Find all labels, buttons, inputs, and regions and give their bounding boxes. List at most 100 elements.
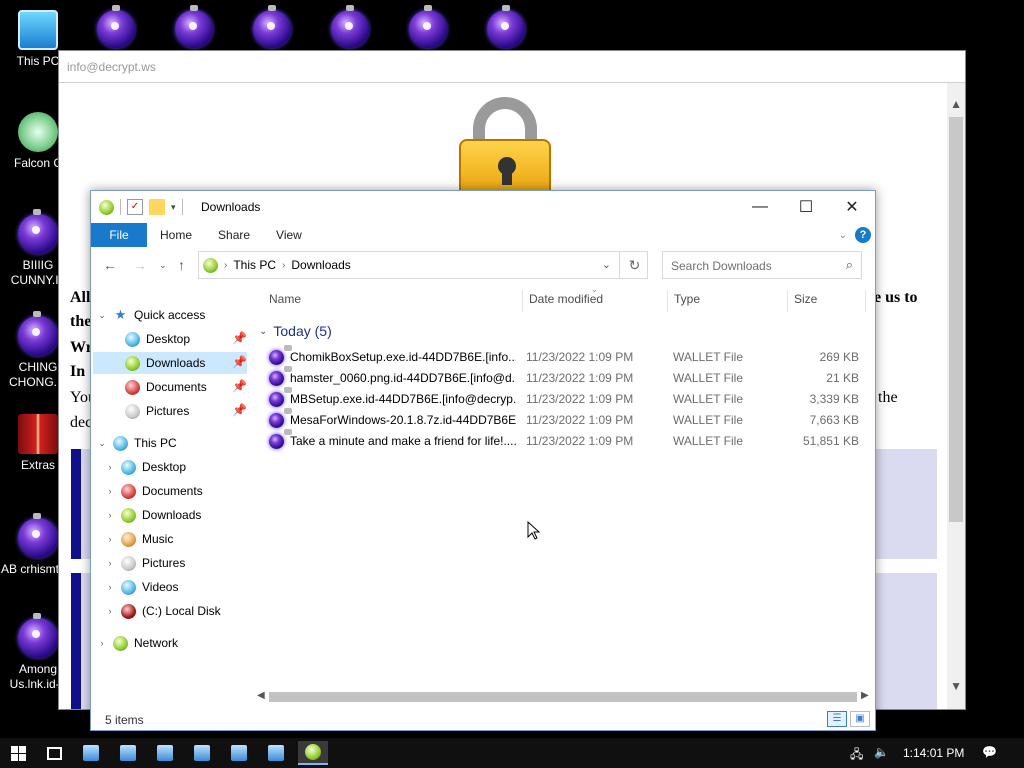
expand-icon[interactable]: › xyxy=(105,582,115,592)
column-header-type[interactable]: Type xyxy=(674,292,700,312)
column-header-name[interactable]: Name xyxy=(269,292,301,312)
nav-pc-downloads[interactable]: › Downloads xyxy=(105,504,201,526)
nav-pc-local-disk[interactable]: › (C:) Local Disk xyxy=(105,600,221,622)
expand-icon[interactable]: › xyxy=(105,606,115,616)
tab-home[interactable]: Home xyxy=(147,223,205,247)
recent-locations-icon[interactable]: ⌄ xyxy=(159,260,167,271)
scroll-right-icon[interactable]: ▶ xyxy=(861,690,869,701)
file-row[interactable]: hamster_0060.png.id-44DD7B6E.[info@d... … xyxy=(267,366,863,391)
collapse-group-icon[interactable]: ⌄ xyxy=(259,326,267,337)
title-bar[interactable]: ✓ ▾ Downloads — ☐ ✕ xyxy=(91,191,875,223)
expand-icon[interactable]: › xyxy=(105,462,115,472)
notification-icon[interactable]: 💬 xyxy=(982,745,997,759)
qat-dropdown-icon[interactable]: ▾ xyxy=(171,202,176,213)
file-row[interactable]: MesaForWindows-20.1.8.7z.id-44DD7B6E....… xyxy=(267,408,863,433)
taskbar-app[interactable] xyxy=(187,741,217,765)
chevron-right-icon[interactable]: › xyxy=(224,260,227,271)
nav-quick-downloads[interactable]: Downloads xyxy=(93,352,247,374)
volume-icon[interactable]: 🔈 xyxy=(874,745,889,759)
taskbar-app[interactable] xyxy=(224,741,254,765)
file-type: WALLET File xyxy=(673,371,744,385)
scroll-thumb[interactable] xyxy=(949,117,963,522)
expand-icon[interactable]: › xyxy=(105,534,115,544)
star-icon: ★ xyxy=(114,307,127,322)
scroll-left-icon[interactable]: ◀ xyxy=(257,690,265,701)
new-folder-icon[interactable] xyxy=(149,199,165,215)
minimize-button[interactable]: — xyxy=(737,191,783,223)
chevron-right-icon[interactable]: › xyxy=(282,260,285,271)
forward-icon[interactable]: → xyxy=(133,257,147,273)
nav-pc-documents[interactable]: › Documents xyxy=(105,480,203,502)
search-icon[interactable]: ⌕ xyxy=(846,257,853,273)
horizontal-scrollbar[interactable]: ◀ ▶ xyxy=(253,689,873,705)
help-icon[interactable]: ? xyxy=(855,227,871,243)
nav-this-pc[interactable]: ⌄ This PC xyxy=(97,432,177,454)
nav-pc-pictures[interactable]: › Pictures xyxy=(105,552,185,574)
nav-pc-desktop[interactable]: › Desktop xyxy=(105,456,186,478)
desktop-orb-icon[interactable] xyxy=(175,5,213,48)
back-icon[interactable]: ← xyxy=(103,257,117,273)
expand-icon[interactable]: › xyxy=(105,510,115,520)
group-header-today[interactable]: ⌄ Today (5) xyxy=(259,323,332,339)
maximize-button[interactable]: ☐ xyxy=(783,191,829,223)
close-button[interactable]: ✕ xyxy=(829,191,875,223)
tab-view[interactable]: View xyxy=(263,223,315,247)
desktop-orb-icon[interactable] xyxy=(253,5,291,48)
clock[interactable]: 1:14:01 PM xyxy=(903,746,964,760)
expand-icon[interactable]: › xyxy=(105,558,115,568)
file-row[interactable]: Take a minute and make a friend for life… xyxy=(267,429,863,454)
taskbar-app[interactable] xyxy=(76,741,106,765)
refresh-icon[interactable]: ↻ xyxy=(619,251,649,279)
pin-icon[interactable]: 📌 xyxy=(232,379,247,393)
desktop-orb-icon[interactable] xyxy=(331,5,369,48)
file-row[interactable]: ChomikBoxSetup.exe.id-44DD7B6E.[info... … xyxy=(267,345,863,370)
taskbar-app[interactable] xyxy=(150,741,180,765)
nav-pc-videos[interactable]: › Videos xyxy=(105,576,178,598)
pin-icon[interactable]: 📌 xyxy=(232,355,247,369)
ribbon-tabs: File Home Share View ⌄ ? xyxy=(91,223,875,247)
column-header-date[interactable]: Date modified xyxy=(529,292,603,312)
search-placeholder: Search Downloads xyxy=(671,259,772,273)
nav-quick-documents[interactable]: Documents xyxy=(125,376,207,398)
ransom-scrollbar[interactable]: ▲ ▼ xyxy=(947,83,965,709)
breadcrumb-this-pc[interactable]: This PC xyxy=(233,258,276,272)
pin-icon[interactable]: 📌 xyxy=(232,331,247,345)
collapse-icon[interactable]: ⌄ xyxy=(97,310,107,321)
taskbar-file-explorer[interactable] xyxy=(298,741,328,765)
address-bar[interactable]: › This PC › Downloads ⌄ xyxy=(198,251,648,279)
taskbar-app[interactable] xyxy=(113,741,143,765)
details-view-icon[interactable]: ☰ xyxy=(827,711,847,727)
network-tray-icon[interactable]: 🖧 xyxy=(850,745,863,766)
scroll-up-icon[interactable]: ▲ xyxy=(950,97,962,111)
tab-share[interactable]: Share xyxy=(205,223,263,247)
expand-icon[interactable]: › xyxy=(105,486,115,496)
file-row[interactable]: MBSetup.exe.id-44DD7B6E.[info@decryp... … xyxy=(267,387,863,412)
nav-quick-desktop[interactable]: Desktop xyxy=(125,328,190,350)
up-icon[interactable]: ↑ xyxy=(178,257,185,273)
taskbar-app[interactable] xyxy=(261,741,291,765)
tab-file[interactable]: File xyxy=(91,223,147,247)
file-type: WALLET File xyxy=(673,392,744,406)
properties-icon[interactable]: ✓ xyxy=(127,199,143,215)
nav-quick-access[interactable]: ⌄ ★ Quick access xyxy=(97,304,205,326)
pin-icon[interactable]: 📌 xyxy=(232,403,247,417)
nav-network[interactable]: › Network xyxy=(97,632,178,654)
nav-pc-music[interactable]: › Music xyxy=(105,528,173,550)
search-input[interactable]: Search Downloads ⌕ xyxy=(662,251,862,279)
start-button[interactable] xyxy=(3,741,33,765)
desktop-orb-icon[interactable] xyxy=(409,5,447,48)
address-dropdown-icon[interactable]: ⌄ xyxy=(602,258,611,271)
scroll-down-icon[interactable]: ▼ xyxy=(950,679,962,693)
breadcrumb-downloads[interactable]: Downloads xyxy=(291,258,350,272)
large-icons-view-icon[interactable]: ▣ xyxy=(850,711,870,727)
task-view-button[interactable] xyxy=(39,741,69,765)
nav-quick-pictures[interactable]: Pictures xyxy=(125,400,189,422)
expand-ribbon-icon[interactable]: ⌄ xyxy=(839,230,847,241)
desktop-orb-icon[interactable] xyxy=(487,5,525,48)
scroll-thumb[interactable] xyxy=(269,692,857,702)
column-header-size[interactable]: Size xyxy=(794,292,817,312)
expand-icon[interactable]: › xyxy=(97,638,107,648)
collapse-icon[interactable]: ⌄ xyxy=(97,438,107,449)
file-explorer-window[interactable]: ✓ ▾ Downloads — ☐ ✕ File Home Share View… xyxy=(90,190,876,731)
desktop-orb-icon[interactable] xyxy=(97,5,135,48)
